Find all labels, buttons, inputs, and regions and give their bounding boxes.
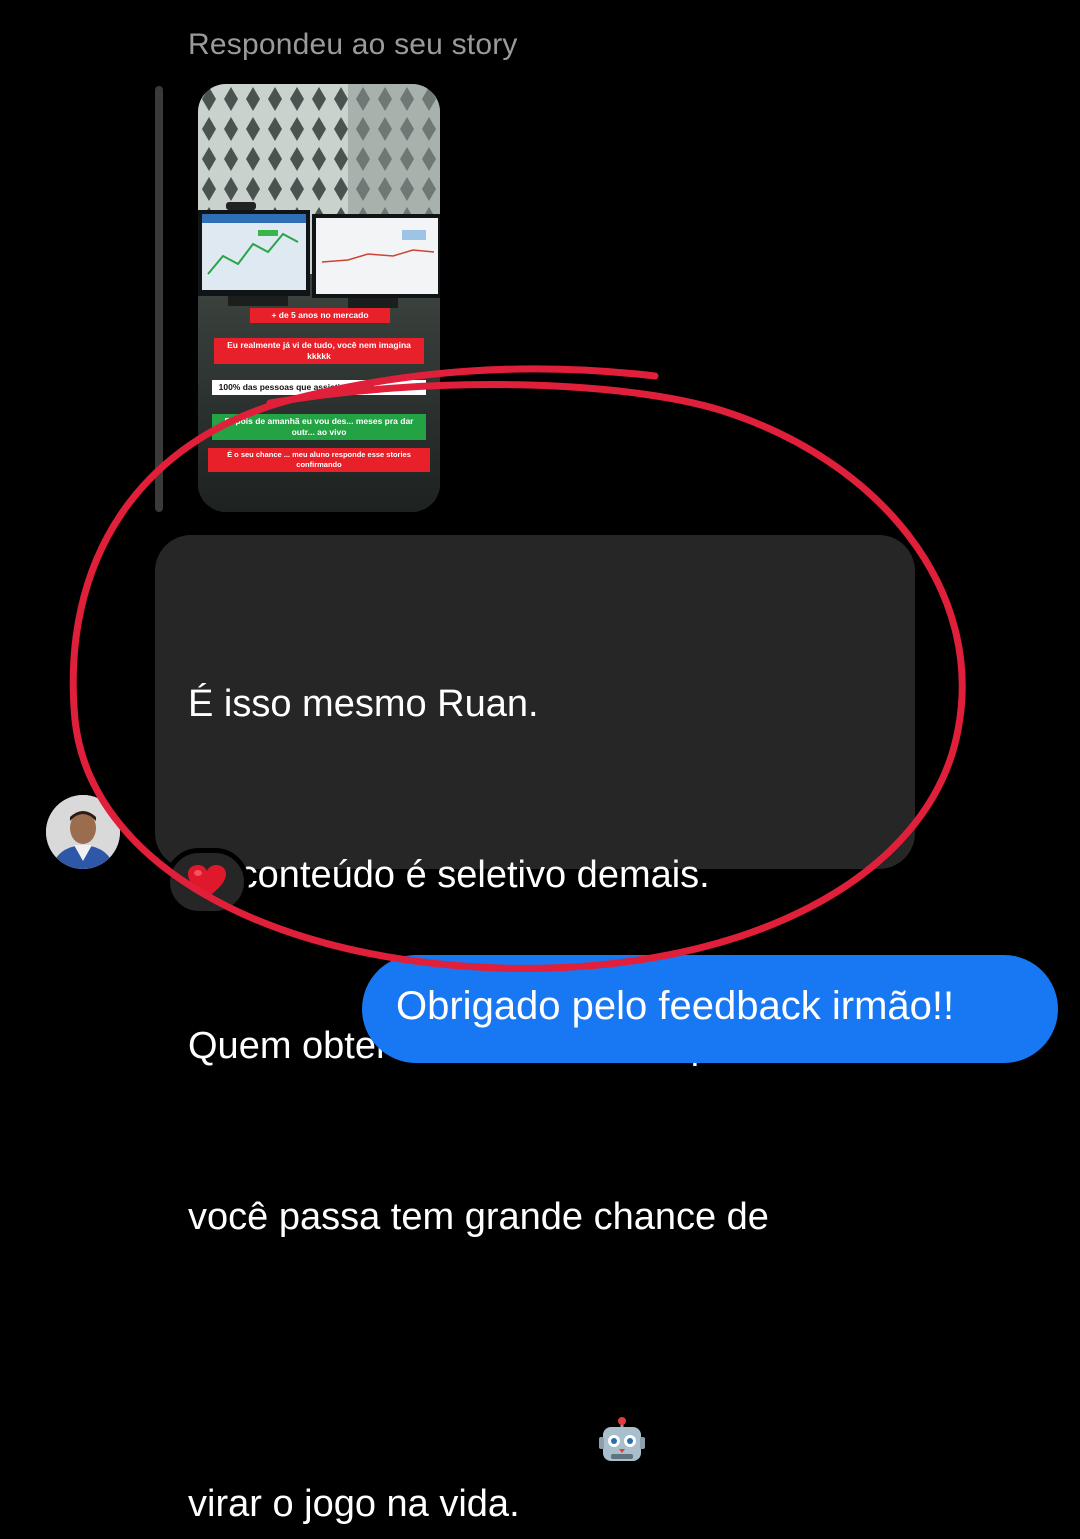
story-overlay-text: 100% das pessoas que assisti... hoje s..…	[212, 380, 426, 395]
story-overlay-text: Eu realmente já vi de tudo, você nem ima…	[214, 338, 424, 364]
message-last-line: virar o jogo na vida.	[188, 1360, 769, 1525]
reply-indicator-bar	[155, 86, 163, 512]
message-line: virar o jogo na vida.	[188, 1483, 520, 1525]
reaction-badge[interactable]	[165, 848, 249, 916]
message-line: O conteúdo é seletivo demais.	[188, 854, 710, 896]
message-line: É isso mesmo Ruan.	[188, 683, 539, 725]
story-overlay-text: + de 5 anos no mercado	[250, 308, 390, 323]
sent-message-text: Obrigado pelo feedback irmão!!	[396, 984, 955, 1028]
story-overlay-text: É o seu chance ... meu aluno responde es…	[208, 448, 430, 472]
robot-face-emoji-icon	[536, 1360, 645, 1539]
story-overlay-text: Depois de amanhã eu vou des... meses pra…	[212, 414, 426, 440]
red-heart-icon	[188, 865, 226, 898]
message-line: você passa tem grande chance de	[188, 1196, 769, 1238]
sender-avatar[interactable]	[46, 795, 120, 869]
story-thumbnail[interactable]: + de 5 anos no mercado Eu realmente já v…	[198, 84, 440, 512]
reply-context-label: Respondeu ao seu story	[188, 28, 518, 61]
